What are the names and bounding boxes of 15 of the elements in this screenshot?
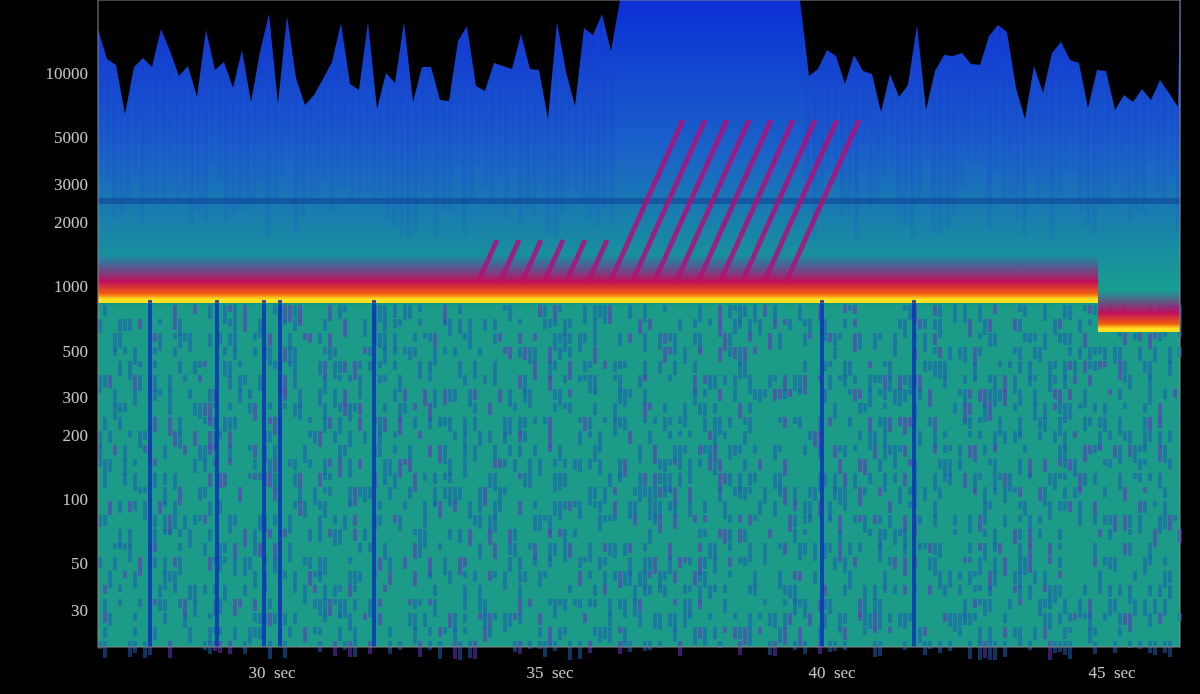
y-tick-label: 2000	[54, 213, 88, 232]
y-tick-label: 300	[62, 388, 88, 407]
x-tick-label: 45 sec	[1088, 663, 1136, 682]
y-tick-label: 1000	[54, 277, 88, 296]
x-tick-label: 30 sec	[248, 663, 296, 682]
x-tick-label: 35 sec	[526, 663, 574, 682]
y-tick-label: 50	[71, 554, 88, 573]
x-tick-label: 40 sec	[808, 663, 856, 682]
y-tick-label: 3000	[54, 175, 88, 194]
y-tick-label: 10000	[45, 64, 88, 83]
y-tick-label: 100	[62, 490, 88, 509]
y-tick-label: 500	[62, 342, 88, 361]
y-tick-label: 30	[71, 601, 88, 620]
y-tick-label: 5000	[54, 128, 88, 147]
y-tick-label: 200	[62, 426, 88, 445]
